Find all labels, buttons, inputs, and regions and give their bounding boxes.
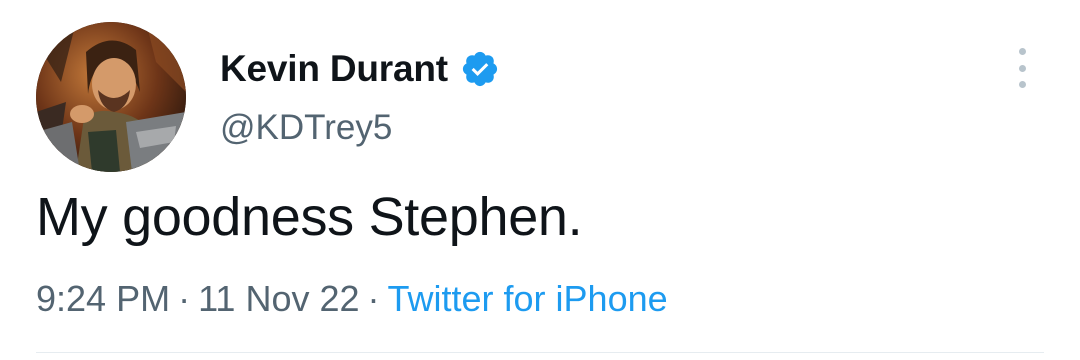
author-row: Kevin Durant	[220, 44, 500, 94]
tweet-card: Kevin Durant @KDTrey5 My goodness Stephe…	[0, 0, 1080, 360]
tweet-date[interactable]: 11 Nov 22	[198, 278, 359, 319]
divider	[36, 352, 1044, 353]
display-name[interactable]: Kevin Durant	[220, 48, 448, 90]
separator: ·	[178, 278, 191, 319]
more-dot	[1018, 48, 1026, 55]
more-options-icon[interactable]	[1010, 48, 1034, 88]
tweet-metadata: 9:24 PM · 11 Nov 22 · Twitter for iPhone	[36, 278, 668, 320]
more-dot	[1018, 81, 1026, 88]
avatar[interactable]	[36, 22, 186, 172]
more-dot	[1018, 64, 1026, 72]
username-handle[interactable]: @KDTrey5	[220, 108, 392, 148]
tweet-text: My goodness Stephen.	[36, 187, 583, 247]
verified-badge-icon	[460, 49, 500, 89]
separator: ·	[367, 278, 380, 319]
tweet-source-link[interactable]: Twitter for iPhone	[388, 278, 668, 319]
avatar-image	[36, 22, 186, 172]
tweet-time[interactable]: 9:24 PM	[36, 278, 170, 319]
